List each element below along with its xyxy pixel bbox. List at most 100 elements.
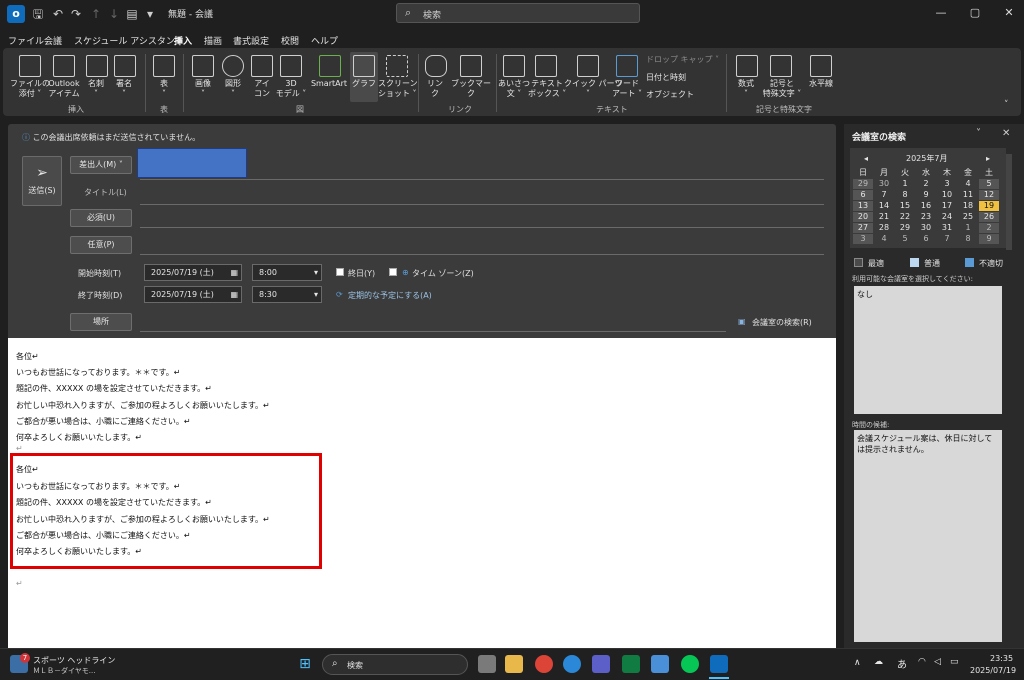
up-arrow-icon[interactable]: ↑	[88, 6, 104, 22]
teams-icon[interactable]	[592, 655, 610, 673]
tab-review[interactable]: 校閲	[281, 34, 299, 47]
calendar-day[interactable]: 7	[874, 190, 894, 200]
calendar-day[interactable]: 20	[853, 212, 873, 222]
optional-input[interactable]	[140, 254, 824, 255]
redo-icon[interactable]: ↷	[68, 6, 84, 22]
calendar-day[interactable]: 31	[937, 223, 957, 233]
customize-qat-icon[interactable]: ▾	[142, 6, 158, 22]
chrome-icon[interactable]	[535, 655, 553, 673]
calculator-icon[interactable]	[651, 655, 669, 673]
calendar-day[interactable]: 7	[937, 234, 957, 244]
ribbon-collapse-icon[interactable]: ˅	[1004, 100, 1009, 110]
tab-draw[interactable]: 描画	[204, 34, 222, 47]
room-finder-link[interactable]: 会議室の検索(R)	[752, 317, 812, 328]
send-button[interactable]: ➢ 送信(S)	[22, 156, 62, 206]
chevron-up-icon[interactable]: ∧	[854, 658, 861, 668]
textbox-button[interactable]: テキスト ボックス ˅	[528, 79, 566, 99]
screenshot-button[interactable]: スクリーン ショット ˅	[378, 79, 418, 99]
calendar-day[interactable]: 4	[874, 234, 894, 244]
calendar-day[interactable]: 5	[895, 234, 915, 244]
calendar-day[interactable]: 18	[958, 201, 978, 211]
start-date-input[interactable]: 2025/07/19 (土) ▦	[144, 264, 242, 281]
calendar-day[interactable]: 3	[937, 179, 957, 189]
calendar-day[interactable]: 3	[853, 234, 873, 244]
maximize-button[interactable]: ▢	[964, 4, 986, 22]
calendar-day[interactable]: 27	[853, 223, 873, 233]
calendar-day[interactable]: 26	[979, 212, 999, 222]
down-arrow-icon[interactable]: ↓	[106, 6, 122, 22]
calendar-day[interactable]: 10	[937, 190, 957, 200]
timezone-checkbox[interactable]	[389, 268, 397, 276]
outlook-item-button[interactable]: Outlook アイテム	[46, 79, 82, 99]
bookmark-button[interactable]: ブックマーク	[448, 79, 494, 99]
calendar-day[interactable]: 1	[958, 223, 978, 233]
attach-file-button[interactable]: ファイルの 添付 ˅	[10, 79, 50, 99]
pane-scrollbar[interactable]	[1006, 154, 1012, 250]
calendar-day[interactable]: 2	[979, 223, 999, 233]
quickparts-button[interactable]: クイック パーツ ˅	[564, 79, 622, 99]
recurring-link[interactable]: 定期的な予定にする(A)	[348, 290, 432, 301]
calendar-day[interactable]: 30	[874, 179, 894, 189]
calendar-day[interactable]: 22	[895, 212, 915, 222]
start-time-select[interactable]: 8:00 ▾	[252, 264, 322, 281]
wifi-icon[interactable]: ◠	[918, 657, 926, 667]
chevron-down-icon[interactable]: ˅	[976, 128, 981, 139]
optional-button[interactable]: 任意(P)	[70, 236, 132, 254]
table-button[interactable]: 表 ˅	[150, 79, 178, 99]
clock-time[interactable]: 23:35	[990, 654, 1013, 663]
datetime-button[interactable]: 日付と時刻	[646, 73, 686, 83]
message-body[interactable]: 各位↵ いつもお世話になっております。＊＊です。↵ 題記の件、XXXXX の場を…	[8, 338, 836, 648]
end-date-input[interactable]: 2025/07/19 (土) ▦	[144, 286, 242, 303]
calendar-day[interactable]: 21	[874, 212, 894, 222]
tab-scheduling-assistant[interactable]: スケジュール アシスタント	[74, 34, 184, 47]
chart-button[interactable]: グラフ	[350, 79, 378, 89]
calendar-day[interactable]: 8	[958, 234, 978, 244]
wordart-button[interactable]: ワード アート ˅	[610, 79, 644, 99]
required-button[interactable]: 必須(U)	[70, 209, 132, 227]
edge-icon[interactable]	[563, 655, 581, 673]
location-input[interactable]	[140, 331, 726, 332]
shapes-button[interactable]: 図形 ˅	[218, 79, 248, 99]
calendar-day[interactable]: 28	[874, 223, 894, 233]
calendar-day[interactable]: 15	[895, 201, 915, 211]
calendar-day[interactable]: 17	[937, 201, 957, 211]
calendar-day[interactable]: 9	[979, 234, 999, 244]
smartart-button[interactable]: SmartArt	[308, 79, 350, 89]
excel-icon[interactable]	[622, 655, 640, 673]
battery-icon[interactable]: ▭	[950, 657, 959, 667]
close-icon[interactable]: ✕	[1002, 128, 1010, 139]
image-button[interactable]: 画像 ˅	[188, 79, 218, 99]
ime-indicator[interactable]: あ	[897, 656, 907, 671]
equation-button[interactable]: 数式 ˅	[730, 79, 762, 99]
format-icon[interactable]: ▤	[124, 6, 140, 22]
calendar-day[interactable]: 9	[916, 190, 936, 200]
title-input[interactable]	[140, 204, 824, 205]
tab-help[interactable]: ヘルプ	[311, 34, 338, 47]
calendar-day[interactable]: 2	[916, 179, 936, 189]
business-card-button[interactable]: 名刺 ˅	[82, 79, 110, 99]
clock-date[interactable]: 2025/07/19	[970, 666, 1016, 675]
close-button[interactable]: ✕	[998, 4, 1020, 22]
link-button[interactable]: リン ク	[422, 79, 448, 99]
calendar-day[interactable]: 14	[874, 201, 894, 211]
rooms-list[interactable]: なし	[854, 286, 1002, 414]
task-view-icon[interactable]	[478, 655, 496, 673]
icons-button[interactable]: アイ コン	[247, 79, 277, 99]
calendar-day[interactable]: 23	[916, 212, 936, 222]
undo-icon[interactable]: ↶	[50, 6, 66, 22]
line-icon[interactable]	[681, 655, 699, 673]
3d-model-button[interactable]: 3D モデル ˅	[274, 79, 308, 99]
speaker-icon[interactable]: ◁	[934, 657, 941, 667]
outlook-taskbar-icon[interactable]	[710, 655, 728, 673]
end-time-select[interactable]: 8:30 ▾	[252, 286, 322, 303]
from-button[interactable]: 差出人(M) ˅	[70, 156, 132, 174]
suggestions-list[interactable]: 会議スケジュール案は、休日に対しては提示されません。	[854, 430, 1002, 642]
calendar-day[interactable]: 6	[853, 190, 873, 200]
next-month-icon[interactable]: ▸	[986, 154, 990, 163]
tab-file[interactable]: ファイル	[8, 34, 44, 47]
calendar-day[interactable]: 13	[853, 201, 873, 211]
location-button[interactable]: 場所	[70, 313, 132, 331]
calendar-day[interactable]: 29	[895, 223, 915, 233]
calendar-day[interactable]: 19	[979, 201, 999, 211]
calendar-day[interactable]: 30	[916, 223, 936, 233]
